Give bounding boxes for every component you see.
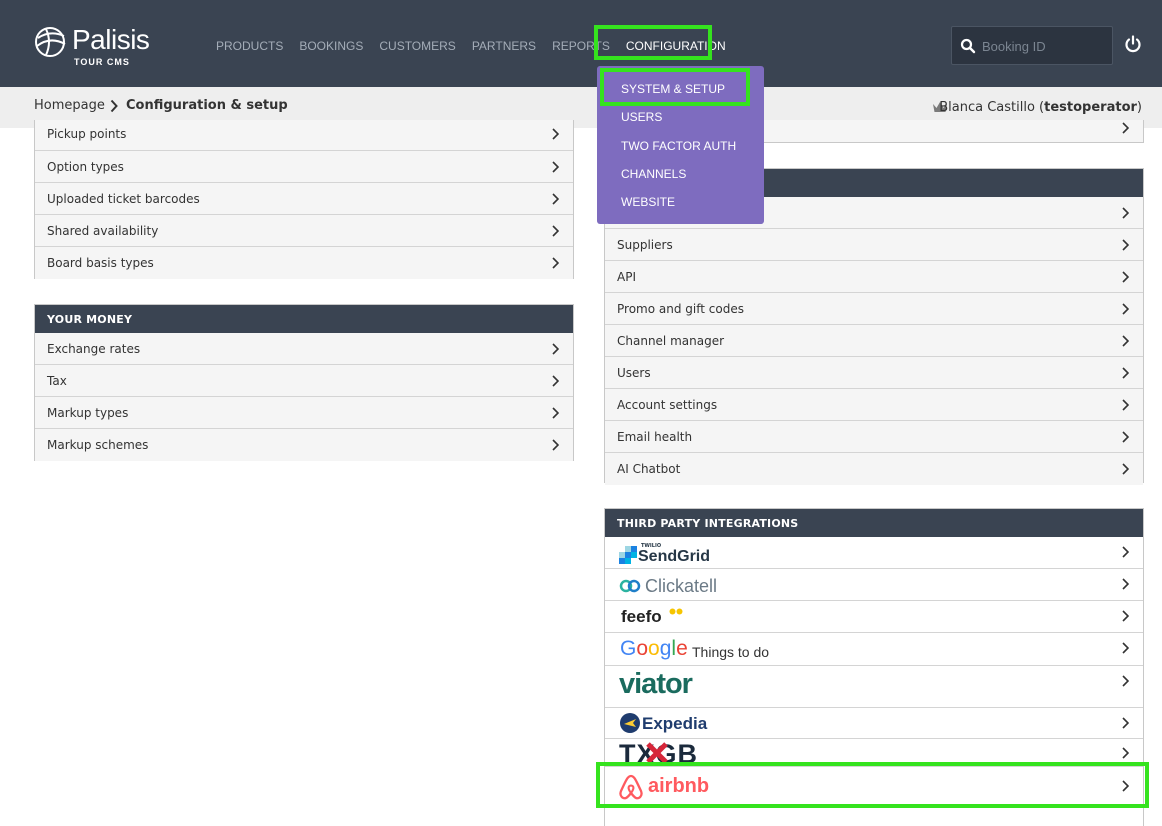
list-item[interactable]: Option types [35, 151, 573, 183]
expedia-wordmark: Expedia [642, 714, 708, 733]
booking-search [951, 26, 1113, 65]
airbnb-logo-icon [619, 774, 643, 800]
breadcrumb-current: Configuration & setup [126, 98, 288, 113]
chevron-right-icon [1122, 367, 1129, 379]
list-item[interactable]: Shared availability [35, 215, 573, 247]
list-item[interactable]: Exchange rates [35, 333, 573, 365]
sendgrid-logo-icon [619, 546, 637, 564]
breadcrumb-home[interactable]: Homepage [34, 98, 105, 113]
txgb-x-mark-icon [646, 742, 668, 764]
nav-bookings[interactable]: BOOKINGS [299, 39, 363, 53]
google-things-to-do-label: Things to do [692, 644, 770, 660]
integration-clickatell[interactable]: Clickatell [605, 569, 1143, 601]
expedia-logo-icon [620, 713, 640, 733]
user-info[interactable]: Blanca Castillo (testoperator) [939, 100, 1142, 115]
integration-feefo[interactable]: feefo [605, 601, 1143, 633]
integration-airbnb[interactable]: airbnb [605, 767, 1143, 807]
chevron-right-icon [110, 99, 118, 113]
list-item[interactable]: Uploaded ticket barcodes [35, 183, 573, 215]
left-settings-panel: Pickup points Option types Uploaded tick… [34, 120, 574, 279]
nav-reports[interactable]: REPORTS [552, 39, 610, 53]
chevron-right-icon [1122, 463, 1129, 475]
nav-products[interactable]: PRODUCTS [216, 39, 283, 53]
brand-name: Palisis [72, 24, 150, 55]
chevron-right-icon [1122, 546, 1129, 558]
viator-wordmark: viator [619, 668, 693, 700]
menu-item-channels[interactable]: CHANNELS [621, 167, 686, 181]
nav-customers[interactable]: CUSTOMERS [379, 39, 455, 53]
list-item[interactable]: API [605, 261, 1143, 293]
menu-item-two-factor-auth[interactable]: TWO FACTOR AUTH [621, 139, 736, 153]
chevron-right-icon [552, 439, 559, 451]
menu-item-users[interactable]: USERS [621, 110, 662, 124]
menu-item-system-setup[interactable]: SYSTEM & SETUP [621, 82, 725, 96]
list-item[interactable]: Email health [605, 421, 1143, 453]
list-item[interactable]: Users [605, 357, 1143, 389]
chevron-right-icon [552, 343, 559, 355]
configuration-dropdown-menu: SYSTEM & SETUP USERS TWO FACTOR AUTH CHA… [597, 66, 764, 224]
list-item[interactable]: Board basis types [35, 247, 573, 279]
user-account: testoperator [1044, 100, 1137, 115]
top-navigation-bar: Palisis TOUR CMS PRODUCTS BOOKINGS CUSTO… [0, 0, 1162, 87]
airbnb-wordmark: airbnb [648, 775, 710, 797]
main-nav: PRODUCTS BOOKINGS CUSTOMERS PARTNERS REP… [216, 39, 742, 53]
chevron-right-icon [1122, 271, 1129, 283]
chevron-right-icon [552, 128, 559, 140]
brand-subtitle: TOUR CMS [74, 57, 130, 67]
integration-viator[interactable]: viator [605, 666, 1143, 708]
chevron-right-icon [1122, 431, 1129, 443]
chevron-right-icon [1122, 335, 1129, 347]
nav-partners[interactable]: PARTNERS [472, 39, 536, 53]
list-item[interactable]: Channel manager [605, 325, 1143, 357]
list-item[interactable]: Suppliers [605, 229, 1143, 261]
your-money-panel: YOUR MONEY Exchange rates Tax Markup typ… [34, 304, 574, 461]
search-icon [960, 38, 976, 54]
chevron-right-icon [1122, 610, 1129, 622]
chevron-right-icon [1122, 578, 1129, 590]
chevron-right-icon [552, 225, 559, 237]
list-item[interactable]: Account settings [605, 389, 1143, 421]
integration-expedia[interactable]: Expedia [605, 708, 1143, 739]
nav-configuration[interactable]: CONFIGURATION [626, 39, 726, 53]
chevron-right-icon [1122, 675, 1129, 687]
chevron-right-icon [552, 375, 559, 387]
integration-txgb[interactable]: TXGB [605, 739, 1143, 767]
chevron-right-icon [1122, 239, 1129, 251]
globe-icon [35, 27, 66, 57]
integration-google-things-to-do[interactable]: Google Things to do [605, 633, 1143, 666]
chevron-right-icon [1122, 747, 1129, 759]
chevron-right-icon [1122, 207, 1129, 219]
chevron-right-icon [552, 161, 559, 173]
chevron-right-icon [1122, 399, 1129, 411]
list-item[interactable]: Tax [35, 365, 573, 397]
list-item[interactable]: AI Chatbot [605, 453, 1143, 485]
user-name: Blanca Castillo [939, 100, 1035, 115]
chevron-right-icon [1122, 122, 1129, 134]
google-wordmark: Google [620, 637, 688, 660]
list-item[interactable]: Markup types [35, 397, 573, 429]
power-icon[interactable] [1124, 35, 1142, 53]
panel-title: THIRD PARTY INTEGRATIONS [605, 509, 1143, 537]
feefo-wordmark: feefo [621, 607, 662, 626]
chevron-right-icon [552, 193, 559, 205]
list-item[interactable]: Pickup points [35, 120, 573, 151]
panel-title: YOUR MONEY [35, 305, 573, 333]
chevron-right-icon [1122, 303, 1129, 315]
palisis-logo[interactable]: Palisis TOUR CMS [34, 24, 164, 70]
list-item[interactable]: Promo and gift codes [605, 293, 1143, 325]
integration-sendgrid[interactable]: TWILIO SendGrid [605, 537, 1143, 569]
chevron-right-icon [1122, 717, 1129, 729]
booking-id-input[interactable] [982, 35, 1108, 57]
chevron-right-icon [1122, 642, 1129, 654]
sendgrid-wordmark: SendGrid [638, 548, 711, 565]
list-item[interactable]: Markup schemes [35, 429, 573, 461]
chevron-right-icon [552, 257, 559, 269]
chevron-right-icon [1122, 780, 1129, 792]
chevron-right-icon [552, 407, 559, 419]
clickatell-wordmark: Clickatell [645, 576, 718, 596]
clickatell-logo-icon [619, 579, 641, 593]
menu-item-website[interactable]: WEBSITE [621, 195, 675, 209]
feefo-eyes-icon [669, 608, 683, 615]
third-party-integrations-panel: THIRD PARTY INTEGRATIONS TWILIO SendGrid… [604, 508, 1144, 826]
